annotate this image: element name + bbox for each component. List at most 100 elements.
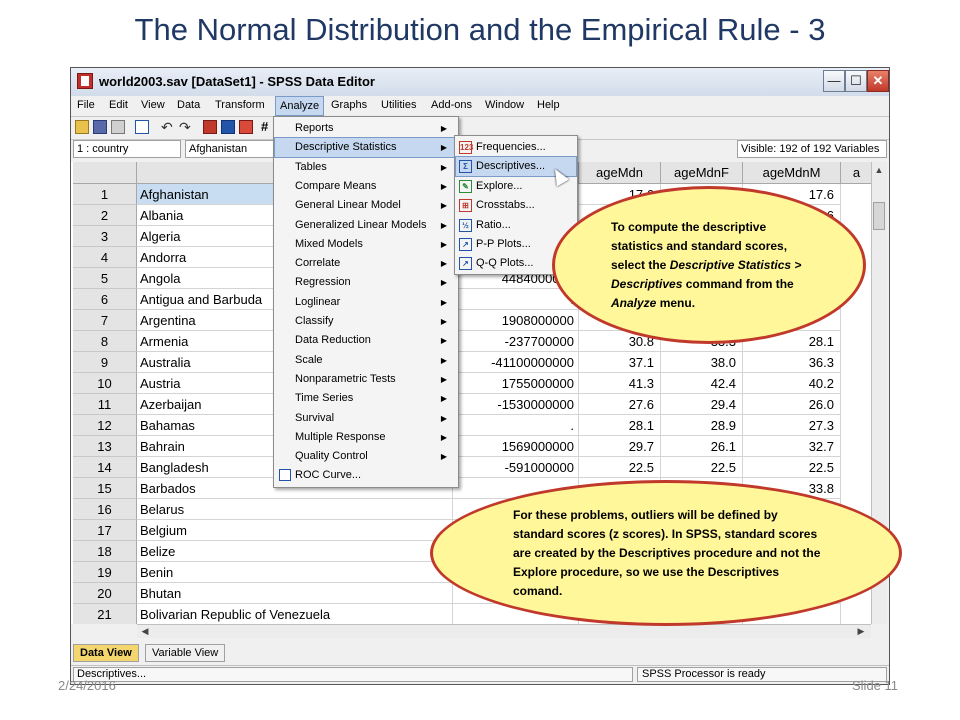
column-header[interactable]: ageMdnM (743, 162, 841, 184)
table-cell[interactable]: . (453, 289, 579, 310)
row-header[interactable]: 17 (73, 520, 137, 541)
menu-item-time-series[interactable]: Time Series ▶ (275, 389, 457, 408)
row-header[interactable]: 10 (73, 373, 137, 394)
row-header[interactable]: 6 (73, 289, 137, 310)
menu-addons[interactable]: Add-ons (431, 99, 472, 111)
table-cell[interactable]: 26.1 (661, 436, 743, 457)
table-cell[interactable]: 1908000000 (453, 310, 579, 331)
open-icon[interactable] (75, 120, 89, 134)
table-cell[interactable]: -41100000000 (453, 352, 579, 373)
table-cell[interactable]: 22.5 (743, 457, 841, 478)
table-cell[interactable]: 27.6 (579, 394, 661, 415)
menu-item-general-linear-model[interactable]: General Linear Model ▶ (275, 196, 457, 215)
menu-item-roc-curve[interactable]: ROC Curve... (275, 466, 457, 485)
scroll-thumb[interactable] (873, 202, 885, 230)
undo-icon[interactable]: ↶ (161, 120, 175, 134)
menu-item-quality-control[interactable]: Quality Control ▶ (275, 447, 457, 466)
submenu-item-ratio[interactable]: ½ Ratio... (456, 216, 576, 235)
goto-case-icon[interactable] (203, 120, 217, 134)
table-cell[interactable]: . (453, 415, 579, 436)
row-header[interactable]: 2 (73, 205, 137, 226)
table-cell-country[interactable]: Belize (137, 541, 453, 562)
scroll-left-icon[interactable]: ◀ (139, 625, 151, 637)
menu-graphs[interactable]: Graphs (331, 99, 367, 111)
menu-item-scale[interactable]: Scale ▶ (275, 351, 457, 370)
row-header[interactable]: 13 (73, 436, 137, 457)
row-header[interactable]: 11 (73, 394, 137, 415)
row-header[interactable]: 19 (73, 562, 137, 583)
menu-item-multiple-response[interactable]: Multiple Response ▶ (275, 428, 457, 447)
table-cell[interactable]: 1755000000 (453, 373, 579, 394)
table-cell[interactable]: 28.9 (661, 415, 743, 436)
table-cell-country[interactable]: Belarus (137, 499, 453, 520)
table-cell[interactable]: 27.3 (743, 415, 841, 436)
close-button[interactable]: ✕ (867, 70, 889, 92)
row-header[interactable]: 8 (73, 331, 137, 352)
table-cell[interactable]: 29.7 (579, 436, 661, 457)
table-cell[interactable]: -1530000000 (453, 394, 579, 415)
row-header[interactable]: 12 (73, 415, 137, 436)
row-header[interactable]: 4 (73, 247, 137, 268)
maximize-button[interactable]: ☐ (845, 70, 867, 92)
table-cell[interactable]: -237700000 (453, 331, 579, 352)
row-header[interactable]: 16 (73, 499, 137, 520)
menu-item-data-reduction[interactable]: Data Reduction ▶ (275, 331, 457, 350)
variables-icon[interactable] (221, 120, 235, 134)
menu-item-survival[interactable]: Survival ▶ (275, 409, 457, 428)
table-cell-country[interactable]: Bhutan (137, 583, 453, 604)
save-icon[interactable] (93, 120, 107, 134)
row-header[interactable]: 3 (73, 226, 137, 247)
print-icon[interactable] (111, 120, 125, 134)
table-cell[interactable]: 37.1 (579, 352, 661, 373)
menu-item-classify[interactable]: Classify ▶ (275, 312, 457, 331)
table-cell[interactable]: -591000000 (453, 457, 579, 478)
table-cell[interactable]: 29.4 (661, 394, 743, 415)
row-header[interactable]: 5 (73, 268, 137, 289)
table-cell-country[interactable]: Bolivarian Republic of Venezuela (137, 604, 453, 624)
menu-item-generalized-linear-models[interactable]: Generalized Linear Models ▶ (275, 216, 457, 235)
row-header[interactable]: 9 (73, 352, 137, 373)
column-header[interactable]: ageMdnF (661, 162, 743, 184)
menu-item-mixed-models[interactable]: Mixed Models ▶ (275, 235, 457, 254)
menu-item-compare-means[interactable]: Compare Means ▶ (275, 177, 457, 196)
table-cell[interactable]: 42.4 (661, 373, 743, 394)
column-header[interactable]: ageMdn (579, 162, 661, 184)
menu-data[interactable]: Data (177, 99, 200, 111)
tab-variable-view[interactable]: Variable View (145, 644, 226, 662)
dialog-recall-icon[interactable] (135, 120, 149, 134)
menu-item-reports[interactable]: Reports ▶ (275, 119, 457, 138)
menu-help[interactable]: Help (537, 99, 560, 111)
find-icon[interactable] (239, 120, 253, 134)
row-header[interactable]: 1 (73, 184, 137, 205)
cell-value-input[interactable]: Afghanistan (185, 140, 275, 158)
menu-file[interactable]: File (77, 99, 95, 111)
table-cell[interactable]: 22.5 (579, 457, 661, 478)
table-cell[interactable]: 36.3 (743, 352, 841, 373)
table-cell[interactable]: 32.7 (743, 436, 841, 457)
menu-edit[interactable]: Edit (109, 99, 128, 111)
table-cell[interactable]: 41.3 (579, 373, 661, 394)
table-cell[interactable]: 38.0 (661, 352, 743, 373)
table-cell[interactable]: 26.0 (743, 394, 841, 415)
minimize-button[interactable]: — (823, 70, 845, 92)
table-cell[interactable]: 1569000000 (453, 436, 579, 457)
tab-data-view[interactable]: Data View (73, 644, 139, 662)
horizontal-scrollbar[interactable]: ◀ ▶ (137, 624, 871, 638)
menu-item-tables[interactable]: Tables ▶ (275, 158, 457, 177)
row-header[interactable]: 15 (73, 478, 137, 499)
menu-item-nonparametric-tests[interactable]: Nonparametric Tests ▶ (275, 370, 457, 389)
menu-item-descriptive-statistics[interactable]: Descriptive Statistics ▶ (274, 137, 458, 159)
table-cell[interactable]: 22.5 (661, 457, 743, 478)
submenu-item-crosstabs[interactable]: ⊞ Crosstabs... (456, 196, 576, 215)
table-cell-country[interactable]: Benin (137, 562, 453, 583)
table-cell-country[interactable]: Belgium (137, 520, 453, 541)
column-header[interactable]: a (841, 162, 871, 184)
row-header[interactable]: 14 (73, 457, 137, 478)
row-header[interactable]: 18 (73, 541, 137, 562)
menu-window[interactable]: Window (485, 99, 524, 111)
redo-icon[interactable]: ↷ (179, 120, 193, 134)
table-cell[interactable]: 28.1 (579, 415, 661, 436)
scroll-right-icon[interactable]: ▶ (855, 625, 867, 637)
menu-item-loglinear[interactable]: Loglinear ▶ (275, 293, 457, 312)
menu-view[interactable]: View (141, 99, 165, 111)
